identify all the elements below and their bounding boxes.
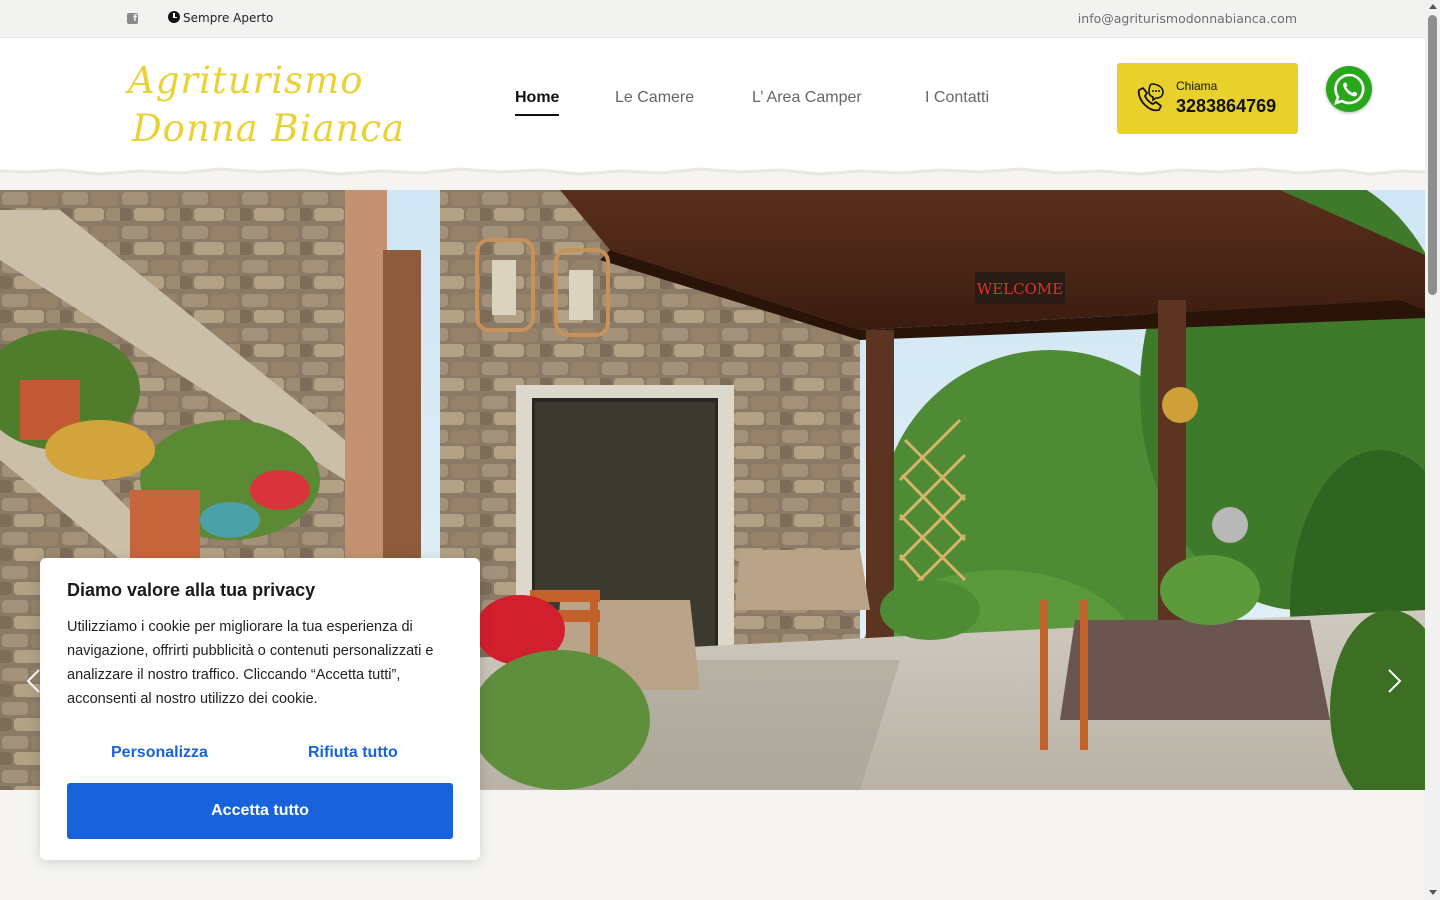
scroll-down-icon[interactable] — [1429, 890, 1437, 895]
logo-line-1: Agriturismo — [128, 59, 364, 102]
customize-button[interactable]: Personalizza — [111, 744, 208, 762]
call-number: 3283864769 — [1176, 96, 1277, 116]
nav-rooms[interactable]: Le Camere — [615, 89, 694, 107]
cookie-description: Utilizziamo i cookie per migliorare la t… — [67, 619, 434, 707]
reject-all-button[interactable]: Rifiuta tutto — [308, 744, 398, 762]
cookie-consent-dialog: Diamo valore alla tua privacy Utilizziam… — [40, 558, 480, 860]
call-button[interactable]: Chiama 3283864769 — [1117, 63, 1298, 134]
torn-paper-divider — [0, 150, 1425, 190]
cookie-title: Diamo valore alla tua privacy — [67, 580, 316, 600]
call-label: Chiama — [1176, 79, 1218, 93]
facebook-icon[interactable]: f — [127, 13, 138, 24]
whatsapp-button[interactable] — [1326, 66, 1372, 112]
email-link[interactable]: info@agriturismodonnabianca.com — [1078, 11, 1297, 26]
scroll-thumb[interactable] — [1428, 15, 1437, 295]
nav-home[interactable]: Home — [515, 89, 560, 116]
scroll-up-icon[interactable] — [1429, 4, 1437, 9]
whatsapp-icon — [1333, 73, 1365, 106]
site-logo[interactable]: Agriturismo Donna Bianca — [128, 57, 405, 153]
clock-icon — [168, 11, 180, 23]
scrollbar[interactable] — [1425, 0, 1440, 900]
chevron-right-icon[interactable] — [1384, 668, 1404, 694]
nav-contacts[interactable]: I Contatti — [925, 89, 989, 107]
opening-hours: Sempre Aperto — [183, 11, 274, 25]
phone-icon — [1137, 83, 1164, 112]
accept-all-button[interactable]: Accetta tutto — [67, 783, 453, 839]
logo-line-2: Donna Bianca — [132, 107, 406, 150]
top-bar: f Sempre Aperto info@agriturismodonnabia… — [0, 0, 1425, 38]
welcome-sign: WELCOME — [977, 280, 1063, 298]
nav-camper-area[interactable]: L’ Area Camper — [752, 89, 862, 107]
